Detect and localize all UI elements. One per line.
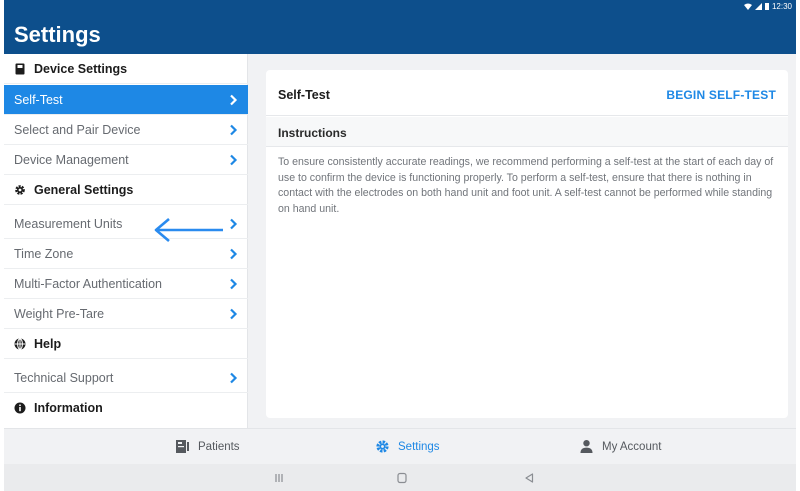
recents-icon — [275, 474, 283, 482]
section-header-help: Help — [4, 329, 248, 359]
section-header-label: Information — [34, 401, 103, 415]
chevron-right-icon — [230, 308, 238, 320]
card-title: Self-Test — [278, 88, 330, 102]
recents-button[interactable] — [272, 471, 286, 485]
sidebar-item-label: Measurement Units — [14, 216, 123, 231]
sidebar-item-technical-support[interactable]: Technical Support — [4, 363, 248, 393]
sidebar-item-device-management[interactable]: Device Management — [4, 145, 248, 175]
chevron-right-icon — [230, 154, 238, 166]
instructions-title: Instructions — [278, 126, 347, 140]
device-icon — [14, 63, 26, 75]
sidebar-item-label: Time Zone — [14, 246, 74, 261]
tab-label: Patients — [198, 440, 240, 453]
wifi-icon — [743, 3, 752, 10]
sidebar-item-select-pair-device[interactable]: Select and Pair Device — [4, 115, 248, 145]
back-button[interactable] — [522, 471, 536, 485]
chevron-right-icon — [230, 124, 238, 136]
section-header-label: General Settings — [34, 182, 134, 197]
sidebar-item-label: Multi-Factor Authentication — [14, 276, 162, 291]
tab-my-account[interactable]: My Account — [579, 439, 661, 454]
back-icon — [525, 473, 534, 483]
chevron-right-icon — [230, 248, 238, 260]
signal-icon — [754, 3, 762, 10]
sidebar-item-label: Self-Test — [14, 92, 63, 107]
annotation-arrow-icon — [154, 218, 223, 242]
home-icon — [397, 472, 407, 484]
sidebar-item-weight-pre-tare[interactable]: Weight Pre-Tare — [4, 299, 248, 329]
status-time: 12:30 — [771, 2, 792, 11]
instructions-header: Instructions — [266, 117, 788, 147]
tab-settings[interactable]: Settings — [375, 439, 440, 454]
sidebar-item-label: Select and Pair Device — [14, 122, 141, 137]
info-icon — [14, 402, 26, 414]
system-nav-bar — [4, 464, 796, 491]
card-header: Self-Test BEGIN SELF-TEST — [266, 70, 788, 116]
chevron-right-icon — [230, 218, 238, 230]
globe-icon — [14, 337, 26, 350]
sidebar-item-label: Technical Support — [14, 370, 114, 385]
sidebar-item-multi-factor-authentication[interactable]: Multi-Factor Authentication — [4, 269, 248, 299]
section-header-general-settings: General Settings — [4, 175, 248, 205]
sidebar-item-label: Weight Pre-Tare — [14, 306, 105, 321]
sidebar-item-label: Device Management — [14, 152, 129, 167]
sidebar-item-self-test[interactable]: Self-Test — [4, 85, 248, 115]
home-button[interactable] — [395, 471, 409, 485]
self-test-card: Self-Test BEGIN SELF-TEST Instructions T… — [266, 70, 788, 418]
tab-patients[interactable]: Patients — [175, 439, 240, 454]
person-icon — [579, 439, 594, 454]
status-bar: 12:30 — [743, 2, 792, 11]
app-bar: Settings 12:30 — [4, 0, 796, 54]
section-header-label: Device Settings — [34, 61, 128, 76]
chevron-right-icon — [230, 94, 238, 106]
gear-icon — [14, 184, 26, 196]
patients-icon — [175, 439, 190, 454]
bottom-tab-bar: Patients Settings My Account — [4, 428, 796, 464]
section-header-information: Information — [4, 393, 248, 423]
app-frame: Settings 12:30 Device Settings Self-Test… — [4, 0, 796, 491]
chevron-right-icon — [230, 278, 238, 290]
begin-self-test-button[interactable]: BEGIN SELF-TEST — [666, 88, 776, 102]
tab-label: My Account — [602, 440, 662, 453]
gear-icon — [375, 439, 390, 454]
instructions-text: To ensure consistently accurate readings… — [278, 156, 774, 215]
page-title: Settings — [14, 22, 101, 47]
sidebar-item-time-zone[interactable]: Time Zone — [4, 239, 248, 269]
section-header-label: Help — [34, 336, 62, 351]
section-header-device-settings: Device Settings — [4, 54, 248, 84]
chevron-right-icon — [230, 372, 238, 384]
battery-icon — [764, 3, 769, 10]
tab-label: Settings — [398, 440, 440, 453]
